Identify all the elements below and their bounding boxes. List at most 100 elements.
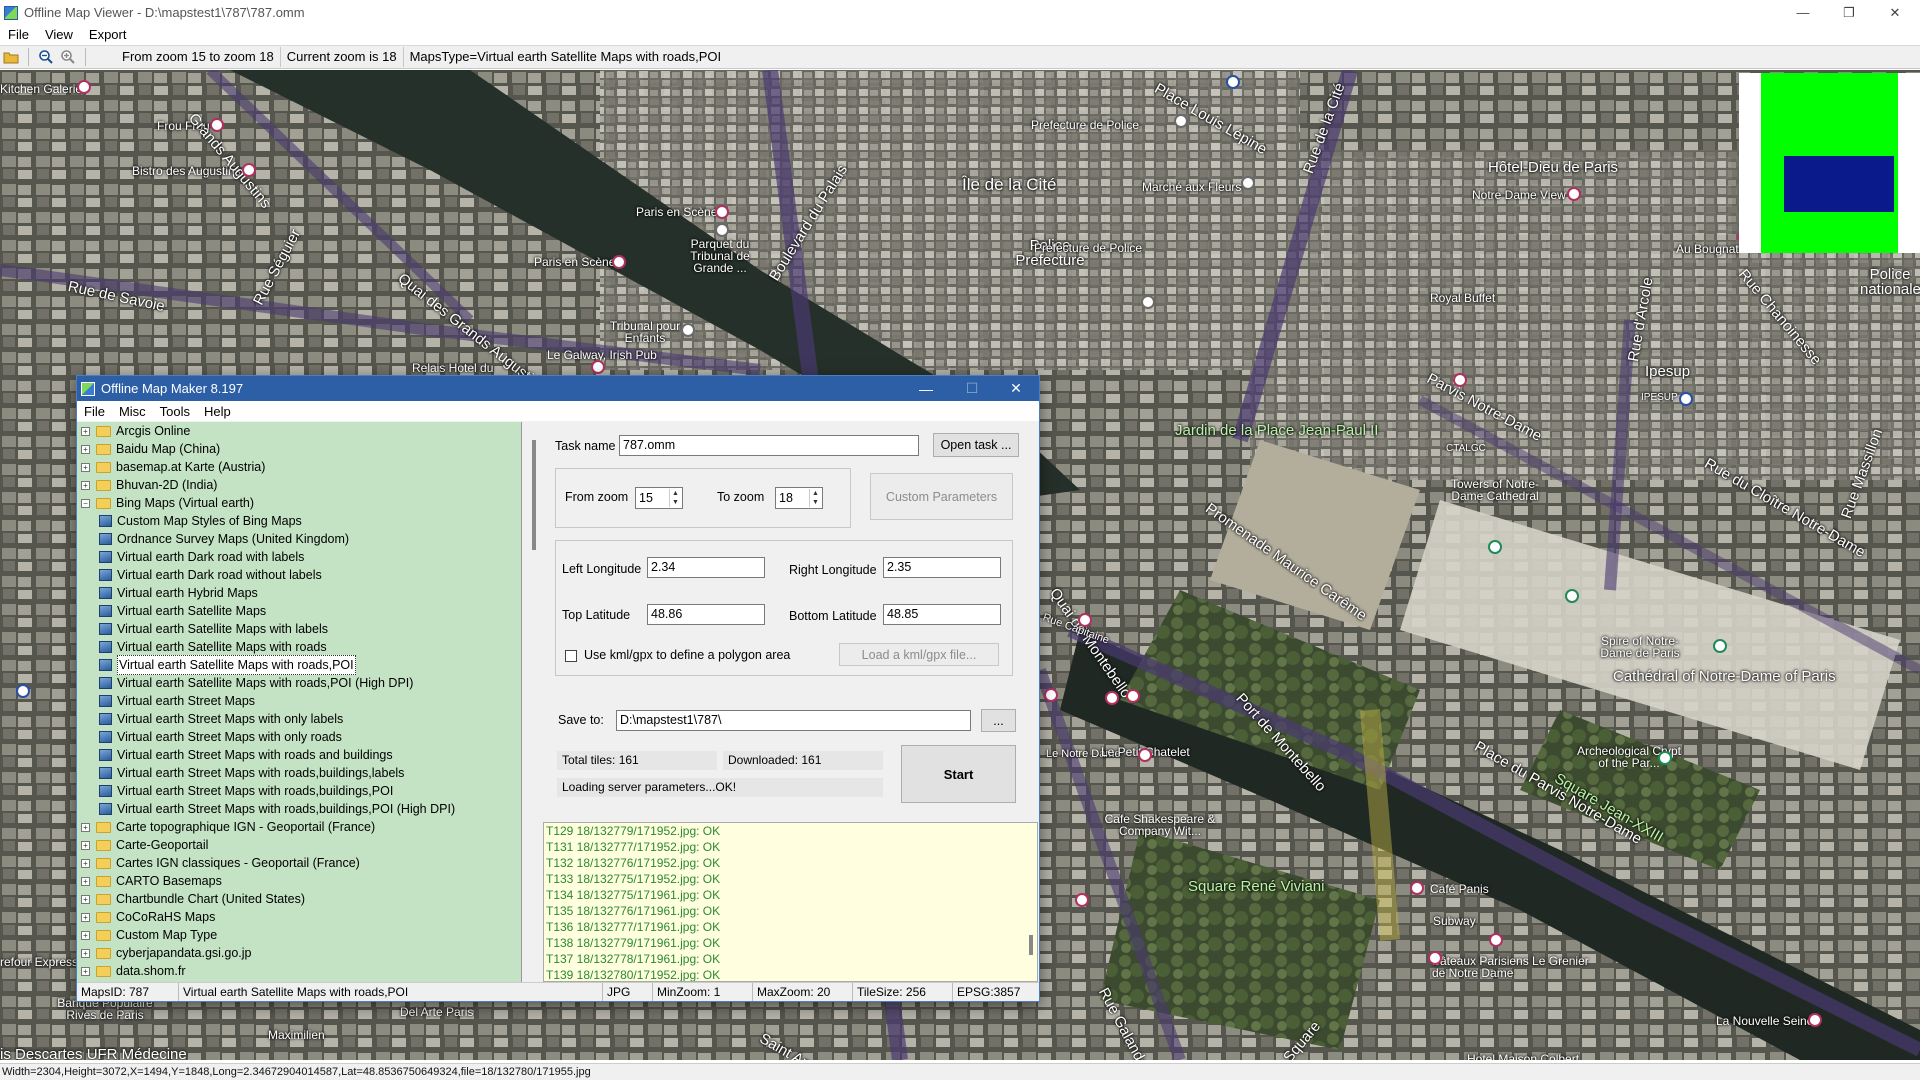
log-scroll-thumb[interactable] [1029, 935, 1033, 955]
dialog-menu-file[interactable]: File [77, 404, 112, 419]
spinner-arrows-icon[interactable]: ▲ ▼ [809, 489, 821, 507]
task-name-input[interactable]: 787.omm [619, 435, 919, 456]
tree-map-item[interactable]: Virtual earth Street Maps with only labe… [77, 710, 521, 728]
tree-folder-item[interactable]: + Carte topographique IGN - Geoportail (F… [77, 818, 521, 836]
expand-icon[interactable]: + [81, 930, 90, 940]
tree-folder-item[interactable]: + CARTO Basemaps [77, 872, 521, 890]
top-latitude-input[interactable]: 48.86 [647, 604, 765, 625]
save-to-input[interactable]: D:\mapstest1\787\ [616, 710, 971, 731]
dialog-minimize-button[interactable]: — [903, 376, 949, 401]
tree-folder-item[interactable]: + Chartbundle Chart (United States) [77, 890, 521, 908]
tree-map-item[interactable]: Virtual earth Street Maps with roads and… [77, 746, 521, 764]
dialog-maximize-button[interactable]: ☐ [949, 376, 995, 401]
open-folder-icon[interactable] [0, 47, 22, 67]
tree-map-item[interactable]: Virtual earth Satellite Maps with roads [77, 638, 521, 656]
dialog-status-bar: MapsID: 787 Virtual earth Satellite Maps… [77, 982, 1039, 1001]
tree-folder-item[interactable]: + Carte-Geoportail [77, 836, 521, 854]
expand-icon[interactable]: + [81, 948, 90, 958]
tree-map-item[interactable]: Virtual earth Dark road with labels [77, 548, 521, 566]
close-button[interactable]: ✕ [1872, 0, 1918, 25]
tree-map-item[interactable]: Virtual earth Satellite Maps with roads,… [77, 655, 521, 675]
tree-map-item[interactable]: Virtual earth Street Maps [77, 692, 521, 710]
zoom-in-icon[interactable] [57, 47, 79, 67]
tile-size-status: TileSize: 256 [853, 983, 953, 1001]
overview-minimap[interactable] [1739, 73, 1920, 253]
map-label: is Descartes UFR Médecine [0, 1046, 187, 1060]
map-label: Towers of Notre-Dame Cathedral [1450, 477, 1540, 503]
expand-icon[interactable]: + [81, 444, 90, 454]
dialog-close-button[interactable]: ✕ [993, 376, 1039, 401]
tree-folder-item[interactable]: + Custom Map Type [77, 926, 521, 944]
tree-map-item[interactable]: Ordnance Survey Maps (United Kingdom) [77, 530, 521, 548]
kml-polygon-label: Use kml/gpx to define a polygon area [584, 648, 791, 662]
tree-item-label: Virtual earth Dark road without labels [117, 568, 322, 582]
expand-icon[interactable]: + [81, 876, 90, 886]
minimize-button[interactable]: — [1780, 0, 1826, 25]
tree-folder-item[interactable]: + CoCoRaHS Maps [77, 908, 521, 926]
tree-map-item[interactable]: Virtual earth Hybrid Maps [77, 584, 521, 602]
zoom-out-icon[interactable] [35, 47, 57, 67]
log-scrollbar[interactable] [1026, 823, 1036, 981]
tree-map-item[interactable]: Virtual earth Street Maps with only road… [77, 728, 521, 746]
folder-icon [96, 479, 111, 491]
browse-folder-button[interactable]: ... [981, 709, 1016, 732]
expand-icon[interactable]: + [81, 858, 90, 868]
tree-folder-item[interactable]: + basemap.at Karte (Austria) [77, 458, 521, 476]
offline-map-maker-dialog: Offline Map Maker 8.197 — ☐ ✕ File Misc … [76, 375, 1040, 1002]
tree-map-item[interactable]: Virtual earth Street Maps with roads,bui… [77, 782, 521, 800]
dialog-menu-misc[interactable]: Misc [112, 404, 153, 419]
tree-map-item[interactable]: Virtual earth Satellite Maps with labels [77, 620, 521, 638]
epsg-status: EPSG:3857 [957, 985, 1021, 999]
maximize-button[interactable]: ❐ [1826, 0, 1872, 25]
tree-folder-item[interactable]: + Cartes IGN classiques - Geoportail (Fra… [77, 854, 521, 872]
tree-folder-item[interactable]: + Arcgis Online [77, 422, 521, 440]
dialog-menu-help[interactable]: Help [197, 404, 238, 419]
min-zoom-status: MinZoom: 1 [653, 983, 753, 1001]
expand-icon[interactable]: + [81, 822, 90, 832]
folder-icon [96, 425, 111, 437]
from-zoom-spinner[interactable]: 15 ▲ ▼ [635, 487, 683, 509]
menu-view[interactable]: View [37, 27, 81, 42]
left-longitude-input[interactable]: 2.34 [647, 557, 765, 578]
overview-viewport-rect[interactable] [1784, 156, 1894, 212]
tree-map-item[interactable]: Virtual earth Satellite Maps [77, 602, 521, 620]
tree-folder-item[interactable]: + cyberjapandata.gsi.go.jp [77, 944, 521, 962]
expand-icon[interactable]: + [81, 462, 90, 472]
dialog-menu-tools[interactable]: Tools [153, 404, 197, 419]
log-lines: T129 18/132779/171952.jpg: OK T131 18/132… [546, 823, 1037, 981]
custom-parameters-button[interactable]: Custom Parameters [870, 473, 1013, 520]
tree-folder-item[interactable]: − Bing Maps (Virtual earth) [77, 494, 521, 512]
tree-item-label: basemap.at Karte (Austria) [116, 460, 266, 474]
menu-export[interactable]: Export [81, 27, 135, 42]
expand-icon[interactable]: + [81, 840, 90, 850]
tree-map-item[interactable]: Virtual earth Dark road without labels [77, 566, 521, 584]
tree-item-label: Virtual earth Street Maps with roads,bui… [117, 784, 394, 798]
expand-icon[interactable]: + [81, 480, 90, 490]
tree-scrollbar[interactable] [529, 422, 539, 982]
spinner-arrows-icon[interactable]: ▲ ▼ [669, 489, 681, 507]
tree-map-item[interactable]: Virtual earth Satellite Maps with roads,… [77, 674, 521, 692]
expand-icon[interactable]: + [81, 894, 90, 904]
expand-icon[interactable]: + [81, 912, 90, 922]
right-longitude-input[interactable]: 2.35 [883, 557, 1001, 578]
tree-folder-item[interactable]: + Bhuvan-2D (India) [77, 476, 521, 494]
load-kml-button[interactable]: Load a kml/gpx file... [839, 643, 999, 666]
open-task-button[interactable]: Open task ... [933, 433, 1019, 457]
tree-map-item[interactable]: Virtual earth Street Maps with roads,bui… [77, 764, 521, 782]
tree-folder-item[interactable]: + Baidu Map (China) [77, 440, 521, 458]
map-label: Cafe Shakespeare & Company Wit... [1104, 812, 1216, 838]
collapse-icon[interactable]: − [81, 498, 90, 508]
expand-icon[interactable]: + [81, 426, 90, 436]
start-button[interactable]: Start [901, 745, 1016, 803]
menu-file[interactable]: File [0, 27, 37, 42]
map-label: Bâteaux Parisiens Le Grenier de Notre Da… [1432, 954, 1589, 980]
expand-icon[interactable]: + [81, 966, 90, 976]
tree-map-item[interactable]: Virtual earth Street Maps with roads,bui… [77, 800, 521, 818]
kml-polygon-checkbox[interactable] [565, 650, 577, 662]
download-log[interactable]: T129 18/132779/171952.jpg: OK T131 18/132… [543, 822, 1038, 982]
tree-scroll-thumb[interactable] [532, 440, 536, 550]
bottom-latitude-input[interactable]: 48.85 [883, 604, 1001, 625]
tree-map-item[interactable]: Custom Map Styles of Bing Maps [77, 512, 521, 530]
to-zoom-spinner[interactable]: 18 ▲ ▼ [775, 487, 823, 509]
tree-folder-item[interactable]: + data.shom.fr [77, 962, 521, 980]
